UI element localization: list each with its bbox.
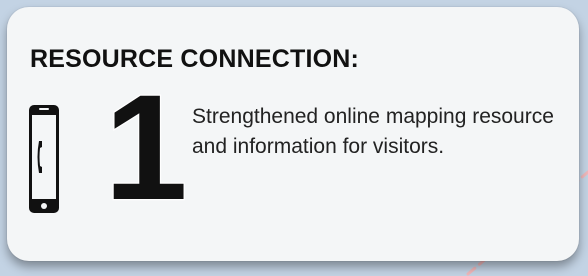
description-text: Strengthened online mapping resource and… bbox=[192, 105, 554, 158]
resource-card: RESOURCE CONNECTION: 1 Strengthened onli… bbox=[7, 7, 579, 261]
step-number: 1 bbox=[105, 87, 187, 205]
card-heading: RESOURCE CONNECTION: bbox=[30, 45, 360, 73]
svg-text:1: 1 bbox=[105, 87, 187, 205]
mobile-phone-icon bbox=[29, 105, 59, 213]
